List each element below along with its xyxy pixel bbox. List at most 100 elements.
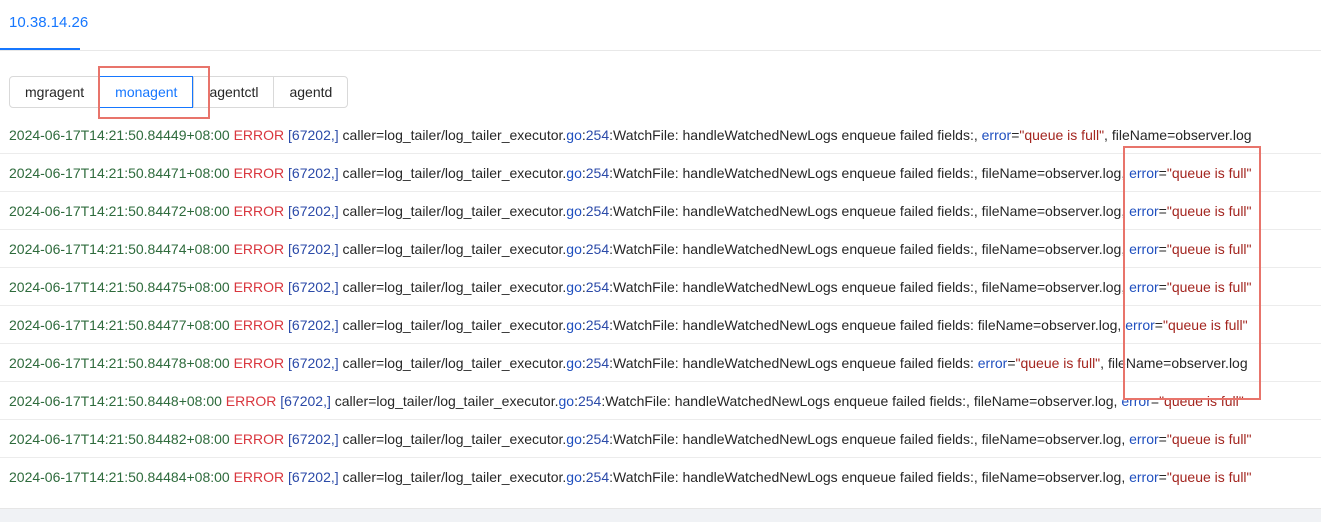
- log-caller: caller=log_tailer/log_tailer_executor.: [334, 393, 559, 409]
- log-pid: [67202,]: [288, 317, 339, 333]
- log-caller: caller=log_tailer/log_tailer_executor.: [342, 469, 567, 485]
- log-caller: caller=log_tailer/log_tailer_executor.: [342, 241, 567, 257]
- log-date: 2024-06-17T14:21:50.84482+08:00: [9, 431, 230, 447]
- log-date: 2024-06-17T14:21:50.84472+08:00: [9, 203, 230, 219]
- log-line-no: 254: [585, 469, 610, 485]
- segment-agentd[interactable]: agentd: [273, 77, 347, 107]
- segment-monagent[interactable]: monagent: [99, 76, 194, 108]
- log-caller: caller=log_tailer/log_tailer_executor.: [342, 203, 567, 219]
- log-go-ext: go: [566, 127, 582, 143]
- log-pid: [67202,]: [288, 279, 339, 295]
- agent-segmented-control: mgragent monagent agentctl agentd: [9, 76, 349, 108]
- log-list[interactable]: 2024-06-17T14:21:50.84449+08:00 ERROR [6…: [0, 116, 1321, 486]
- log-message: :WatchFile: handleWatchedNewLogs enqueue…: [609, 469, 1130, 485]
- log-level: ERROR: [233, 203, 285, 219]
- host-tab[interactable]: 10.38.14.26: [9, 14, 88, 31]
- log-field-value: "queue is full": [1159, 393, 1244, 409]
- log-line-no: 254: [585, 317, 610, 333]
- segment-mgragent[interactable]: mgragent: [10, 77, 99, 107]
- log-field-value: "queue is full": [1166, 165, 1252, 181]
- log-go-ext: go: [558, 393, 575, 409]
- log-line: 2024-06-17T14:21:50.84478+08:00 ERROR [6…: [0, 344, 1321, 382]
- log-level: ERROR: [233, 317, 285, 333]
- log-line-no: 254: [577, 393, 602, 409]
- log-date: 2024-06-17T14:21:50.84484+08:00: [9, 469, 230, 485]
- log-field-key: error: [977, 355, 1008, 371]
- log-level: ERROR: [233, 279, 285, 295]
- log-date: 2024-06-17T14:21:50.84449+08:00: [9, 127, 230, 143]
- log-message: :WatchFile: handleWatchedNewLogs enqueue…: [609, 165, 1130, 181]
- log-field-eq: =: [1158, 203, 1167, 219]
- log-field-eq: =: [1007, 355, 1016, 371]
- log-line: 2024-06-17T14:21:50.84482+08:00 ERROR [6…: [0, 420, 1321, 458]
- log-level: ERROR: [233, 431, 285, 447]
- log-level: ERROR: [233, 469, 285, 485]
- log-field-key: error: [1129, 165, 1159, 181]
- log-field-eq: =: [1150, 393, 1160, 409]
- log-pid: [67202,]: [288, 469, 339, 485]
- log-pid: [67202,]: [280, 393, 331, 409]
- log-line-no: 254: [585, 279, 610, 295]
- log-go-ext: go: [566, 317, 582, 333]
- log-field-eq: =: [1158, 279, 1167, 295]
- log-caller: caller=log_tailer/log_tailer_executor.: [342, 431, 567, 447]
- log-line-no: 254: [585, 355, 610, 371]
- log-pid: [67202,]: [288, 355, 339, 371]
- log-line: 2024-06-17T14:21:50.84472+08:00 ERROR [6…: [0, 192, 1321, 230]
- log-date: 2024-06-17T14:21:50.84471+08:00: [9, 165, 230, 181]
- log-field-key: error: [1125, 317, 1155, 333]
- log-caller: caller=log_tailer/log_tailer_executor.: [342, 355, 567, 371]
- log-caller: caller=log_tailer/log_tailer_executor.: [342, 127, 567, 143]
- log-message: :WatchFile: handleWatchedNewLogs enqueue…: [609, 431, 1130, 447]
- log-go-ext: go: [566, 203, 582, 219]
- log-field-value: "queue is full": [1166, 203, 1252, 219]
- log-field-value: "queue is full": [1015, 355, 1101, 371]
- log-level: ERROR: [233, 355, 285, 371]
- log-date: 2024-06-17T14:21:50.84478+08:00: [9, 355, 230, 371]
- log-field-value: "queue is full": [1166, 469, 1252, 485]
- log-field-key: error: [981, 127, 1012, 143]
- host-tab-active-indicator: [0, 48, 80, 50]
- log-line: 2024-06-17T14:21:50.84471+08:00 ERROR [6…: [0, 154, 1321, 192]
- bottom-scrollbar-area[interactable]: [0, 508, 1321, 522]
- log-caller: caller=log_tailer/log_tailer_executor.: [342, 165, 567, 181]
- log-pid: [67202,]: [288, 431, 339, 447]
- log-message: :WatchFile: handleWatchedNewLogs enqueue…: [609, 127, 982, 143]
- log-pid: [67202,]: [288, 203, 339, 219]
- log-line-no: 254: [585, 241, 610, 257]
- log-field-eq: =: [1158, 469, 1167, 485]
- log-field-eq: =: [1158, 431, 1167, 447]
- log-go-ext: go: [566, 165, 582, 181]
- segment-agentctl[interactable]: agentctl: [193, 77, 273, 107]
- log-field-value: "queue is full": [1166, 241, 1252, 257]
- log-field-eq: =: [1158, 241, 1167, 257]
- log-go-ext: go: [566, 241, 582, 257]
- log-level: ERROR: [233, 165, 285, 181]
- host-tabbar: 10.38.14.26: [0, 0, 1321, 51]
- log-date: 2024-06-17T14:21:50.8448+08:00: [9, 393, 222, 409]
- log-message: :WatchFile: handleWatchedNewLogs enqueue…: [609, 279, 1130, 295]
- log-date: 2024-06-17T14:21:50.84474+08:00: [9, 241, 230, 257]
- log-level: ERROR: [225, 393, 277, 409]
- log-field-key: error: [1129, 279, 1159, 295]
- log-field-filename: fileName=observer.log: [1111, 127, 1252, 143]
- log-field-key: error: [1129, 203, 1159, 219]
- log-level: ERROR: [233, 241, 285, 257]
- log-line-no: 254: [585, 127, 610, 143]
- log-line-no: 254: [585, 431, 610, 447]
- log-field-key: error: [1129, 469, 1159, 485]
- log-go-ext: go: [566, 431, 582, 447]
- log-date: 2024-06-17T14:21:50.84477+08:00: [9, 317, 230, 333]
- log-line: 2024-06-17T14:21:50.84474+08:00 ERROR [6…: [0, 230, 1321, 268]
- log-line: 2024-06-17T14:21:50.84484+08:00 ERROR [6…: [0, 458, 1321, 486]
- log-level: ERROR: [233, 127, 285, 143]
- log-pid: [67202,]: [288, 241, 339, 257]
- log-line: 2024-06-17T14:21:50.84475+08:00 ERROR [6…: [0, 268, 1321, 306]
- log-field-key: error: [1129, 431, 1159, 447]
- log-message: :WatchFile: handleWatchedNewLogs enqueue…: [609, 355, 978, 371]
- log-caller: caller=log_tailer/log_tailer_executor.: [342, 279, 567, 295]
- log-message: :WatchFile: handleWatchedNewLogs enqueue…: [601, 393, 1122, 409]
- log-field-sep: ,: [1104, 127, 1112, 143]
- log-pid: [67202,]: [288, 165, 339, 181]
- log-message: :WatchFile: handleWatchedNewLogs enqueue…: [609, 203, 1130, 219]
